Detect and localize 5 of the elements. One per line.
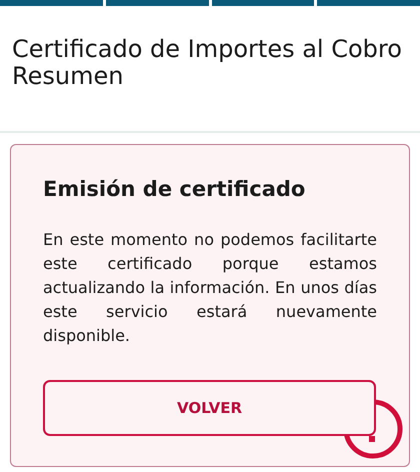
card-heading: Emisión de certificado	[43, 177, 306, 202]
alert-icon	[342, 398, 404, 460]
back-button[interactable]: VOLVER	[43, 380, 376, 436]
notice-message: En este momento no podemos facilitarte este certificado porque estamos actualizando la información. En unos días este servicio estará nuevamente disponible.	[43, 229, 377, 348]
page-title: Certificado de Importes al Cobro Resumen	[0, 6, 420, 133]
